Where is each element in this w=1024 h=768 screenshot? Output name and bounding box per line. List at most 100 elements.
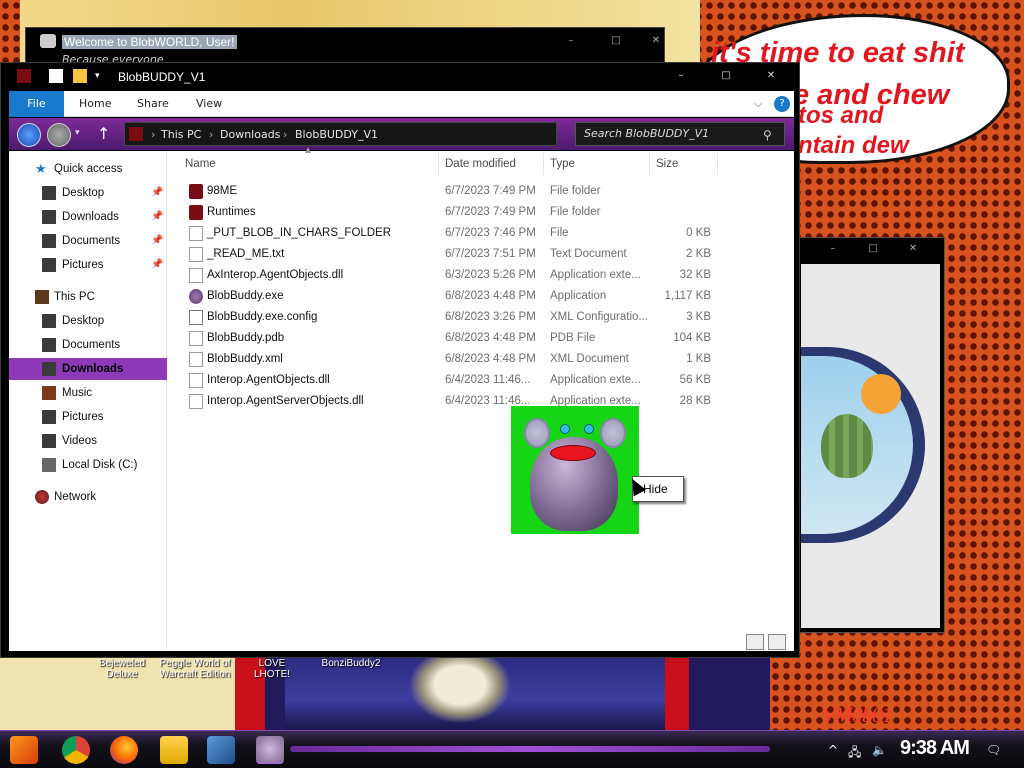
breadcrumb-item[interactable]: BlobBUDDY_V1: [295, 128, 378, 141]
blobbuddy-icon[interactable]: [256, 736, 284, 764]
pictures-icon: [42, 258, 56, 272]
tab-file[interactable]: File: [9, 91, 64, 117]
desktop-icon-label[interactable]: LOVE LHOTE!: [242, 658, 302, 680]
notifications-icon[interactable]: 🗨: [986, 743, 1001, 757]
nav-item-downloads[interactable]: Downloads 📌: [9, 206, 167, 228]
file-row[interactable]: BlobBuddy.pdb 6/8/2023 4:48 PM PDB File …: [169, 328, 794, 349]
nav-item-documents[interactable]: Documents 📌: [9, 230, 167, 252]
nav-item-pictures[interactable]: Pictures 📌: [9, 254, 167, 276]
column-header-size[interactable]: Size: [650, 153, 718, 175]
file-row[interactable]: Interop.AgentServerObjects.dll 6/4/2023 …: [169, 391, 794, 412]
large-icons-view-icon[interactable]: [768, 634, 786, 650]
firefox-icon[interactable]: [110, 736, 138, 764]
maximize-button[interactable]: □: [601, 34, 631, 48]
nav-item-this-pc[interactable]: This PC: [9, 286, 167, 308]
desktop-icon: [42, 314, 56, 328]
maximize-button[interactable]: □: [711, 69, 741, 83]
help-icon[interactable]: ?: [774, 96, 790, 112]
desktop-icon-label[interactable]: Peggle World of Warcraft Edition: [155, 658, 235, 680]
column-header-type[interactable]: Type: [544, 153, 650, 175]
window-title: Welcome to BlobWORLD, User!: [62, 35, 237, 49]
search-icon[interactable]: ⚲: [763, 128, 772, 142]
file-row[interactable]: BlobBuddy.xml 6/8/2023 4:48 PM XML Docum…: [169, 349, 794, 370]
back-button[interactable]: [17, 123, 41, 147]
minimize-button[interactable]: –: [818, 242, 848, 256]
search-input[interactable]: Search BlobBUDDY_V1: [575, 122, 785, 146]
blobworld-window[interactable]: Welcome to BlobWORLD, User! Because ever…: [25, 27, 665, 67]
tab-share[interactable]: Share: [137, 97, 169, 110]
file-explorer-icon[interactable]: [160, 736, 188, 764]
file-row[interactable]: Interop.AgentObjects.dll 6/4/2023 11:46.…: [169, 370, 794, 391]
breadcrumb-item[interactable]: This PC: [161, 128, 201, 141]
chevron-down-icon[interactable]: ⌵: [754, 97, 762, 111]
chevron-down-icon[interactable]: ▾: [75, 128, 80, 138]
file-date: 6/8/2023 4:48 PM: [445, 353, 536, 365]
explorer-window[interactable]: ▾ BlobBUDDY_V1 – □ ✕ File Home Share Vie…: [0, 62, 800, 658]
details-view-icon[interactable]: [746, 634, 764, 650]
file-date: 6/7/2023 7:49 PM: [445, 206, 536, 218]
close-button[interactable]: ✕: [641, 34, 671, 48]
close-button[interactable]: ✕: [756, 69, 786, 83]
nav-item-network[interactable]: Network: [9, 486, 167, 508]
chrome-icon[interactable]: [62, 736, 90, 764]
nav-item-documents[interactable]: Documents: [9, 334, 167, 356]
hot-air-balloon-icon: [821, 414, 873, 478]
network-tray-icon[interactable]: 🖧: [848, 743, 861, 764]
file-date: 6/7/2023 7:51 PM: [445, 248, 536, 260]
music-icon: [42, 386, 56, 400]
balloon-window[interactable]: – □ ✕: [797, 237, 945, 633]
file-row[interactable]: BlobBuddy.exe 6/8/2023 4:48 PM Applicati…: [169, 286, 794, 307]
file-name: Interop.AgentObjects.dll: [207, 374, 330, 386]
pin-icon[interactable]: 📌: [151, 230, 163, 252]
breadcrumb-item[interactable]: Downloads: [220, 128, 280, 141]
minimize-button[interactable]: –: [556, 34, 586, 48]
tab-view[interactable]: View: [196, 97, 222, 110]
nav-item-videos[interactable]: Videos: [9, 430, 167, 452]
nav-item-pictures[interactable]: Pictures: [9, 406, 167, 428]
minimize-button[interactable]: –: [666, 69, 696, 83]
nav-item-desktop[interactable]: Desktop: [9, 310, 167, 332]
nav-item-downloads[interactable]: Downloads: [9, 358, 167, 380]
videos-icon: [42, 434, 56, 448]
documents-icon: [42, 338, 56, 352]
pin-icon[interactable]: 📌: [151, 182, 163, 204]
desktop-icon-label[interactable]: Bejeweled Deluxe: [92, 658, 152, 680]
file-row[interactable]: BlobBuddy.exe.config 6/8/2023 3:26 PM XM…: [169, 307, 794, 328]
file-size: 0 KB: [686, 227, 711, 239]
tab-home[interactable]: Home: [79, 97, 111, 110]
title-bar[interactable]: ▾ BlobBUDDY_V1 – □ ✕: [1, 63, 799, 91]
column-header-date[interactable]: Date modified: [439, 153, 544, 175]
pin-icon[interactable]: 📌: [151, 206, 163, 228]
new-folder-icon[interactable]: [73, 69, 87, 83]
taskbar: ^ 🖧 🔈 9:38 AM 🗨: [0, 730, 1024, 768]
dll-icon: [189, 268, 203, 283]
file-row[interactable]: 98ME 6/7/2023 7:49 PM File folder: [169, 181, 794, 202]
desktop-icon-label[interactable]: BonziBuddy2: [316, 658, 386, 669]
clock[interactable]: 9:38 AM: [900, 737, 970, 760]
chevron-down-icon[interactable]: ▾: [95, 71, 100, 81]
breadcrumb-separator: ›: [283, 128, 288, 141]
forward-button[interactable]: [47, 123, 71, 147]
chevron-up-icon[interactable]: ^: [828, 743, 838, 757]
folder-icon: [17, 69, 31, 83]
file-row[interactable]: AxInterop.AgentObjects.dll 6/3/2023 5:26…: [169, 265, 794, 286]
volume-icon[interactable]: 🔈: [872, 743, 887, 757]
file-row[interactable]: Runtimes 6/7/2023 7:49 PM File folder: [169, 202, 794, 223]
maximize-button[interactable]: □: [858, 242, 888, 256]
file-row[interactable]: _PUT_BLOB_IN_CHARS_FOLDER 6/7/2023 7:46 …: [169, 223, 794, 244]
start-icon[interactable]: [10, 736, 38, 764]
nav-item-local-disk[interactable]: Local Disk (C:): [9, 454, 167, 476]
nav-item-desktop[interactable]: Desktop 📌: [9, 182, 167, 204]
nav-item-music[interactable]: Music: [9, 382, 167, 404]
blob-ear: [524, 418, 550, 448]
address-bar[interactable]: › This PC › Downloads › BlobBUDDY_V1: [124, 122, 557, 146]
up-arrow-icon[interactable]: ↑: [97, 124, 110, 143]
properties-icon[interactable]: [49, 69, 63, 83]
file-icon: [189, 226, 203, 241]
close-button[interactable]: ✕: [898, 242, 928, 256]
nav-item-quick-access[interactable]: ★ Quick access: [9, 158, 167, 180]
virtualbox-icon[interactable]: [207, 736, 235, 764]
file-row[interactable]: _READ_ME.txt 6/7/2023 7:51 PM Text Docum…: [169, 244, 794, 265]
column-header-name[interactable]: Name: [179, 153, 439, 175]
pin-icon[interactable]: 📌: [151, 254, 163, 276]
